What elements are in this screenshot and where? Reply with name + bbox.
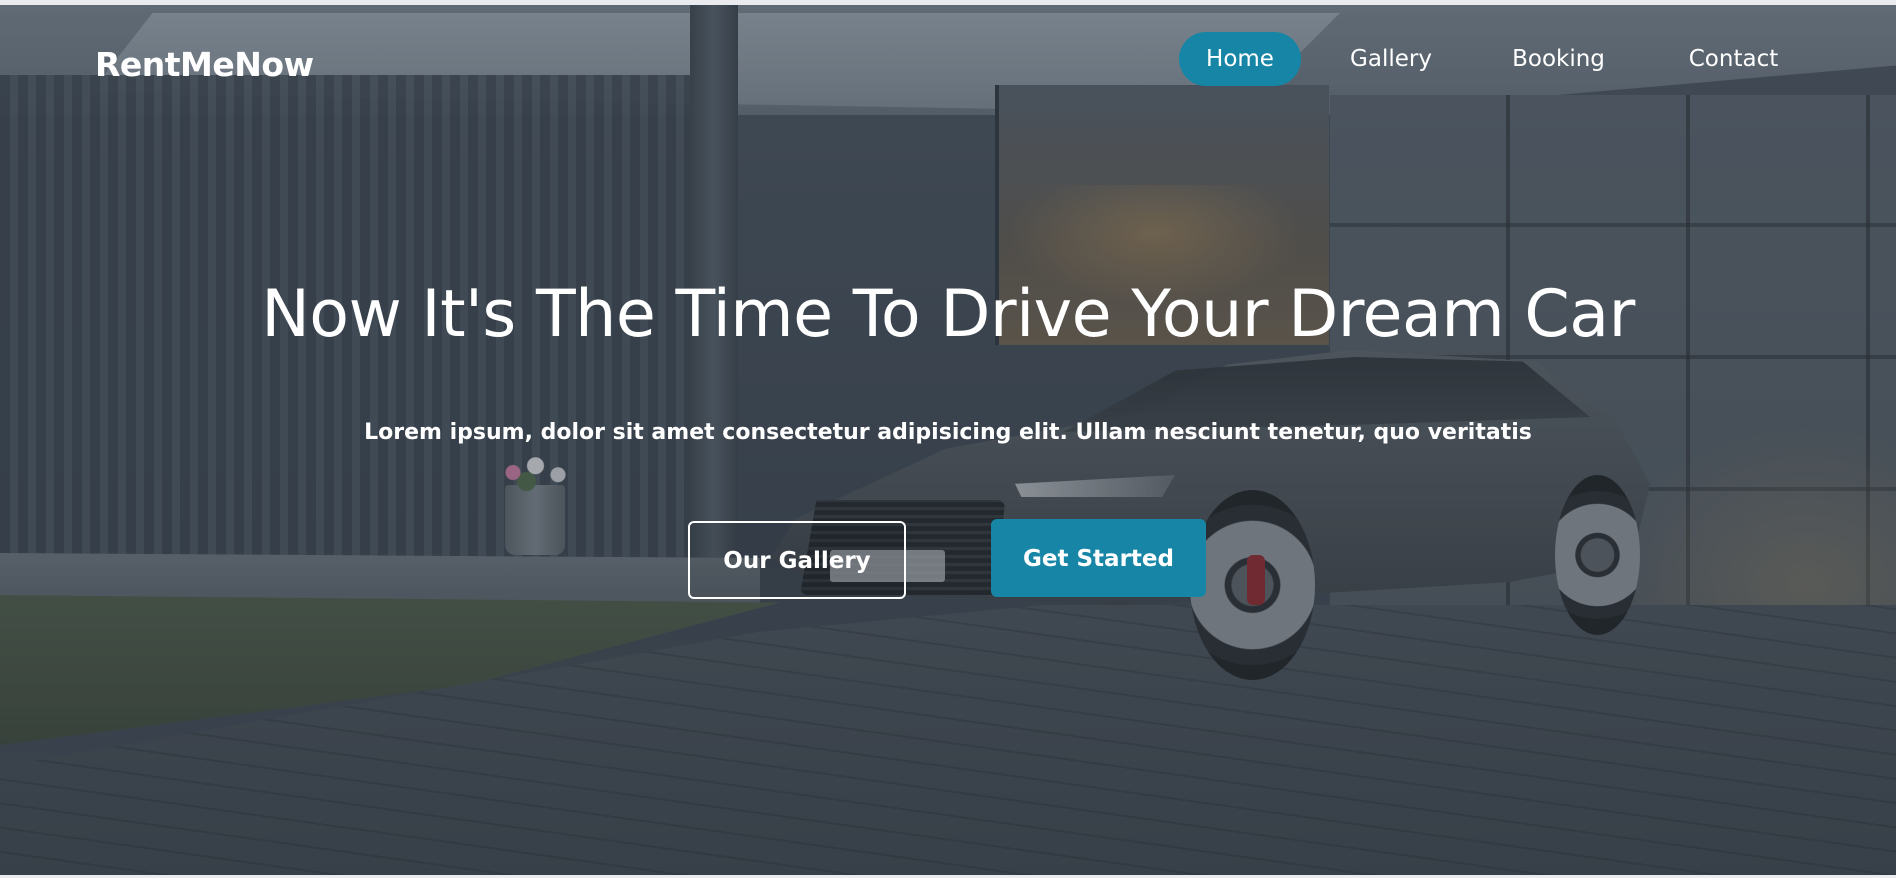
nav-item-home[interactable]: Home (1179, 32, 1301, 86)
hero-section: RentMeNow Home Gallery Booking Contact N… (0, 5, 1896, 875)
brand-logo[interactable]: RentMeNow (95, 45, 314, 84)
get-started-button[interactable]: Get Started (991, 519, 1206, 597)
nav-item-booking[interactable]: Booking (1491, 32, 1626, 86)
our-gallery-button[interactable]: Our Gallery (688, 521, 906, 599)
hero-subtitle: Lorem ipsum, dolor sit amet consectetur … (364, 420, 1532, 445)
nav-item-gallery[interactable]: Gallery (1331, 32, 1451, 86)
nav-item-contact[interactable]: Contact (1666, 32, 1801, 86)
hero-headline: Now It's The Time To Drive Your Dream Ca… (261, 277, 1635, 352)
